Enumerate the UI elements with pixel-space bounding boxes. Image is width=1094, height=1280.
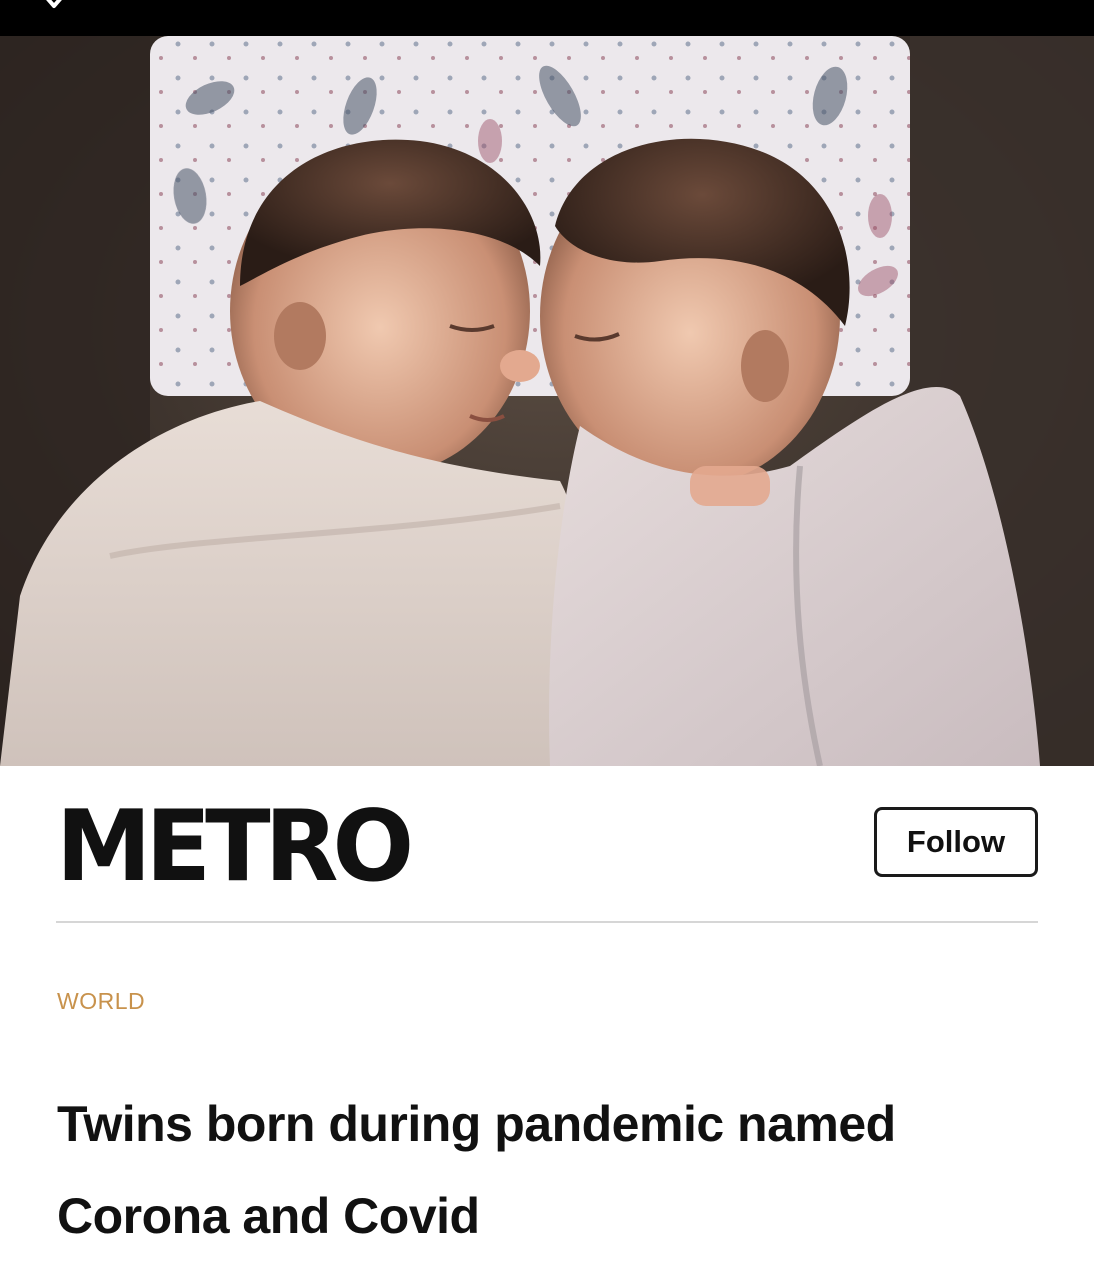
divider: [56, 921, 1038, 923]
category-label[interactable]: WORLD: [57, 988, 145, 1015]
publisher-logo[interactable]: METRO: [56, 790, 414, 902]
newborn-twins-photo: [0, 36, 1094, 766]
hero-image[interactable]: [0, 36, 1094, 766]
chevron-down-icon[interactable]: [44, 0, 64, 10]
article-headline[interactable]: Twins born during pandemic named Corona …: [57, 1078, 1017, 1262]
publisher-row: METRO Follow: [56, 790, 1038, 902]
follow-button[interactable]: Follow: [874, 807, 1038, 877]
status-bar: [0, 0, 1094, 36]
